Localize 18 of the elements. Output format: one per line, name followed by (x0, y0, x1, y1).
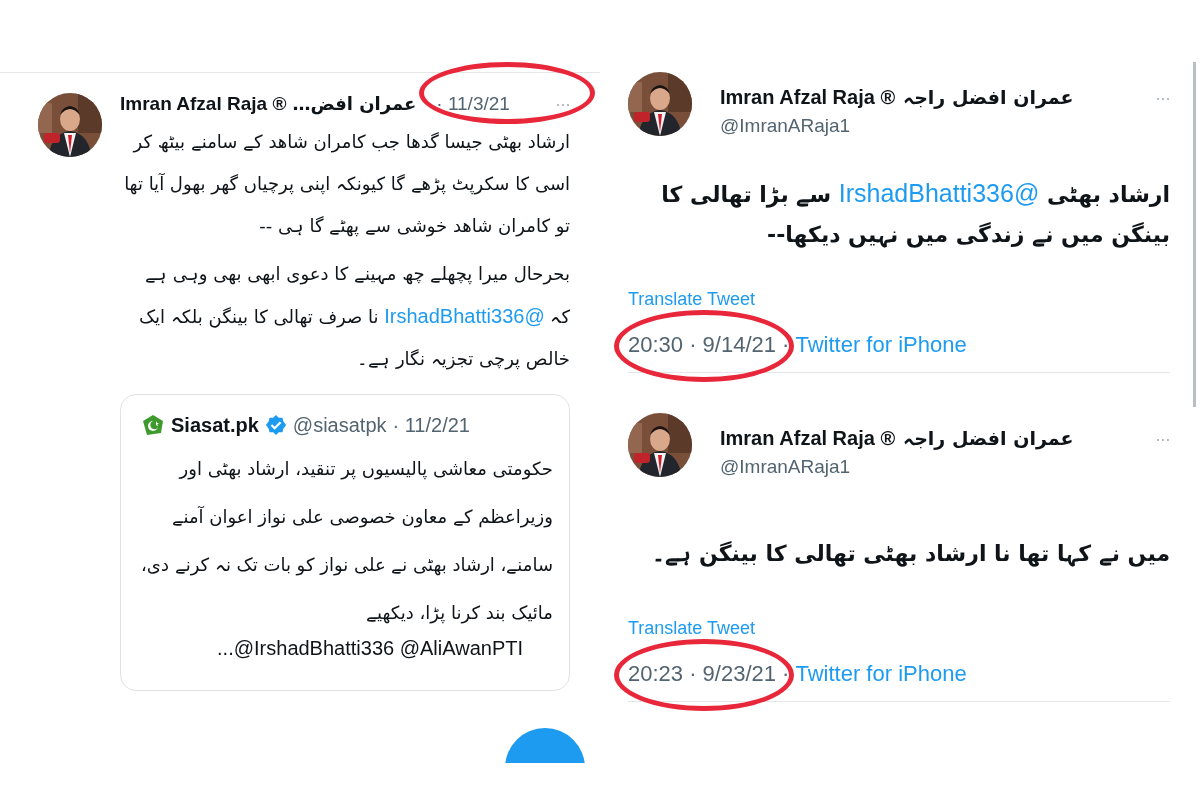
user-name[interactable]: عمران افض… (292, 93, 417, 114)
tweet-timestamp: 20:23 · 9/23/21 · (628, 661, 790, 687)
user-handle[interactable]: @ImranARaja1 (720, 456, 1074, 478)
tweet-text: حکومتی معاشی پالیسیوں پر تنقید، ارشاد بھٹی اور وزیراعظم کے معاون خصوصی علی نواز اعوان آمنے سامنے، ارشاد بھٹی نے علی نواز کو بات تک نہ کرنے دی، مائیک بند کرنا پڑا، دیکھیے (141, 457, 553, 626)
user-name[interactable]: Imran Afzal Raja ® (720, 427, 896, 450)
user-name[interactable]: عمران افضل راجہ (903, 86, 1074, 108)
user-handle[interactable]: @ImranARaja1 (720, 115, 1074, 137)
user-name[interactable]: Imran Afzal Raja ® (720, 86, 896, 109)
tweet-timestamp: 20:30 · 9/14/21 · (628, 332, 790, 358)
mention-text: ...@IrshadBhatti336 @AliAwanPTI (216, 637, 524, 660)
tweet-text: ارشاد بھٹی جیسا گدھا جب کامران شاھد کے سامنے بیٹھ کر اسی کا سکرپٹ پڑھے گا کیونکہ اپنی پرچیاں گھر بھول آیا تھا تو کامران شاھد خوشی سے پھٹے گا ہی -- (123, 130, 570, 239)
account-handle[interactable]: @siasatpk (292, 413, 387, 437)
tweet-date[interactable]: · 11/3/21 (436, 93, 510, 115)
user-name[interactable]: Imran Afzal Raja ® (120, 93, 287, 115)
tweet-text: میں نے کہا تھا نا ارشاد بھٹی تھالی کا بینگن ہے۔ (651, 540, 1170, 569)
tweet-date: · 11/2/21 (392, 413, 470, 437)
account-name[interactable]: Siasat.pk (171, 413, 259, 437)
user-name[interactable]: عمران افضل راجہ (903, 427, 1074, 449)
